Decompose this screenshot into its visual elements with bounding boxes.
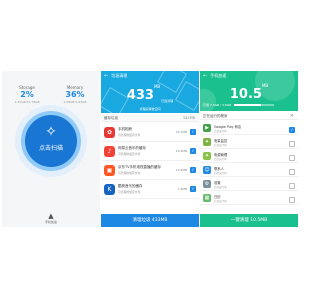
memory-stat: Memory 36% 1.08GB/2.83GB [53, 85, 97, 104]
junk-title: 垃圾清理 [111, 73, 128, 78]
clean-junk-button[interactable]: 清理垃圾 433MB [101, 214, 199, 227]
list-item[interactable]: ✿ 手机相册可清理的缓存文件 22.3MB ✓ [101, 123, 199, 142]
storage-stat: Storage 2% 1.35GB/25.78GB [5, 85, 49, 104]
back-arrow-icon[interactable]: ← [104, 73, 108, 79]
app-icon: K [104, 184, 115, 195]
close-icon[interactable]: × [290, 112, 294, 120]
app-desc: 后台运行中 [214, 144, 227, 147]
list-item[interactable]: K 酷狗音乐的缓存 可清理的缓存文件 7.8MB ✓ [101, 180, 199, 199]
boost-button[interactable]: 一键清理 10.5MB [200, 214, 298, 227]
memory-bar-label: 已用 2.5GB / 3.8GB [203, 103, 232, 107]
scan-button-label: 点击扫描 [38, 145, 63, 152]
list-item[interactable]: ♪ 网易云音乐的缓存 可清理的缓存文件 18.2MB ✓ [101, 142, 199, 161]
junk-total-unit: MB [153, 84, 161, 89]
home-screen: Storage 2% 1.35GB/25.78GB Memory 36% 1.0… [2, 71, 100, 227]
rocket-icon: ▲ [48, 212, 54, 220]
app-desc: 后台运行中 [214, 186, 227, 189]
item-checkbox[interactable] [289, 169, 295, 175]
app-icon: ▶ [203, 124, 211, 132]
list-item[interactable]: ▦ 日历 后台运行中 [200, 191, 298, 205]
item-checkbox[interactable]: ✓ [190, 167, 196, 173]
app-icon: ⚙ [203, 180, 211, 188]
speedup-footer-button[interactable]: ▲ 手机加速 [2, 212, 100, 224]
speedup-screen: ← 手机加速 10.5MB 已用 2.5GB / 3.8GB 正在运行的程序 ×… [200, 71, 298, 227]
back-arrow-icon[interactable]: ← [203, 73, 207, 79]
item-checkbox[interactable] [289, 197, 295, 203]
junk-total: 433MB 已选清理 [101, 84, 199, 103]
list-item[interactable]: ✦ 电源管理 后台运行中 [200, 149, 298, 163]
junk-topbar: ← 垃圾清理 [101, 71, 199, 81]
app-desc: 后台运行中 [214, 200, 227, 203]
app-icon: ✿ [104, 127, 115, 138]
storage-value: 2% [20, 90, 34, 99]
junk-total-caption: 已选清理 [161, 99, 174, 103]
app-icon: ▦ [203, 194, 211, 202]
app-desc: 后台运行中 [214, 130, 227, 133]
item-checkbox[interactable]: ✓ [190, 186, 196, 192]
app-icon: ✦ [203, 152, 211, 160]
junk-clean-screen: ← 垃圾清理 433MB 已选清理 清理后释放空间 缓存垃圾 ⌄ 371MB ✿ 手… [101, 71, 199, 227]
app-size: 10.5MB [175, 168, 187, 172]
item-checkbox[interactable] [289, 155, 295, 161]
speedup-topbar: ← 手机加速 [200, 71, 298, 81]
cache-section-header[interactable]: 缓存垃圾 ⌄ 371MB [101, 114, 199, 122]
app-name: 手机相册 [118, 127, 132, 131]
app-icon: ☺ [203, 166, 211, 174]
running-section-label: 正在运行的程序 [203, 114, 228, 118]
running-section-header: 正在运行的程序 × [200, 112, 298, 120]
cache-section-size: 371MB [182, 116, 195, 120]
app-icon: ▣ [104, 165, 115, 176]
list-item[interactable]: ▣ 京东TV手机电视直播的缓存 可清理的缓存文件 10.5MB ✓ [101, 161, 199, 180]
speedup-hero: ← 手机加速 10.5MB 已用 2.5GB / 3.8GB [200, 71, 298, 111]
item-checkbox[interactable]: ✓ [190, 129, 196, 135]
app-desc: 可清理的缓存文件 [118, 171, 141, 175]
speedup-total-value: 10.5 [229, 87, 262, 102]
memory-bar-fill [234, 104, 261, 106]
memory-bar-track [234, 104, 275, 106]
speedup-footer-label: 手机加速 [44, 220, 57, 224]
list-item[interactable]: ⚙ 设置 后台运行中 [200, 177, 298, 191]
cache-section-label: 缓存垃圾 [104, 116, 118, 120]
app-name: 网易云音乐的缓存 [118, 146, 146, 150]
scan-ring-mid: ✧ 点击扫描 [21, 111, 81, 171]
item-checkbox[interactable]: ✓ [289, 127, 295, 133]
speedup-title: 手机加速 [210, 73, 227, 78]
app-desc: 可清理的缓存文件 [118, 152, 141, 156]
memory-sub: 1.08GB/2.83GB [63, 100, 87, 104]
speedup-total: 10.5MB [200, 83, 298, 102]
item-checkbox[interactable] [289, 183, 295, 189]
app-icon: ♪ [104, 146, 115, 157]
speedup-total-unit: MB [261, 83, 269, 88]
app-size: 7.8MB [177, 187, 187, 191]
memory-bar: 已用 2.5GB / 3.8GB [203, 103, 276, 107]
app-desc: 后台运行中 [214, 158, 227, 161]
scan-ring-outer: ✧ 点击扫描 [15, 105, 87, 177]
item-checkbox[interactable] [289, 141, 295, 147]
app-icon: ✦ [203, 138, 211, 146]
memory-value: 36% [65, 90, 85, 99]
screenshot-collage: Storage 2% 1.35GB/25.78GB Memory 36% 1.0… [0, 0, 300, 300]
app-size: 22.3MB [175, 130, 187, 134]
list-item[interactable]: ▶ Google Play 商店 后台运行中 ✓ [200, 121, 298, 135]
app-name: 酷狗音乐的缓存 [118, 184, 143, 188]
broom-icon: ✧ [45, 124, 57, 140]
app-size: 18.2MB [175, 149, 187, 153]
junk-tip: 清理后释放空间 [139, 107, 161, 111]
list-item[interactable]: ✦ 电量监控 后台运行中 [200, 135, 298, 149]
storage-sub: 1.35GB/25.78GB [14, 100, 40, 104]
app-desc: 可清理的缓存文件 [118, 133, 141, 137]
junk-hero: ← 垃圾清理 433MB 已选清理 清理后释放空间 [101, 71, 199, 113]
junk-total-value: 433 [126, 88, 154, 103]
app-name: 京东TV手机电视直播的缓存 [118, 165, 162, 169]
scan-button[interactable]: ✧ 点击扫描 [25, 115, 77, 167]
list-item[interactable]: ☺ 联系人 后台运行中 [200, 163, 298, 177]
app-desc: 可清理的缓存文件 [118, 190, 141, 194]
app-desc: 后台运行中 [214, 172, 227, 175]
item-checkbox[interactable]: ✓ [190, 148, 196, 154]
